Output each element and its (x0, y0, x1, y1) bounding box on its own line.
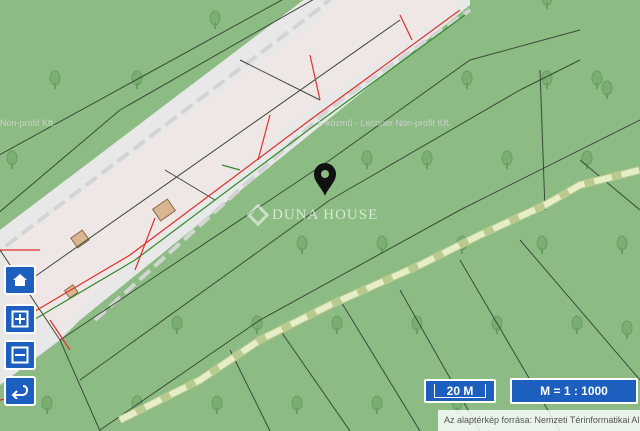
zoom-out-icon (11, 346, 29, 364)
map-attribution: Az alaptérkép forrása: Nemzeti Térinform… (438, 410, 640, 431)
home-icon (13, 274, 27, 286)
scale-ratio: M = 1 : 1000 (510, 378, 638, 404)
back-button[interactable] (4, 376, 36, 406)
brand-text: DUNA HOUSE (272, 206, 379, 223)
brand-logo-icon (246, 203, 270, 227)
zoom-out-button[interactable] (4, 340, 36, 370)
scale-bar: 20 M (424, 379, 496, 403)
zoom-in-button[interactable] (4, 304, 36, 334)
watermark-center: e-közmű - Lechner Non-profit Kft. (318, 118, 452, 128)
home-button[interactable] (4, 265, 36, 295)
brand-watermark: DUNA HOUSE (246, 201, 379, 229)
scale-bar-label: 20 M (446, 383, 474, 398)
scale-bar-tick: 20 M (434, 384, 486, 398)
watermark-left: Non-profit Kft. (0, 118, 56, 128)
back-icon (11, 385, 29, 399)
zoom-in-icon (11, 310, 29, 328)
